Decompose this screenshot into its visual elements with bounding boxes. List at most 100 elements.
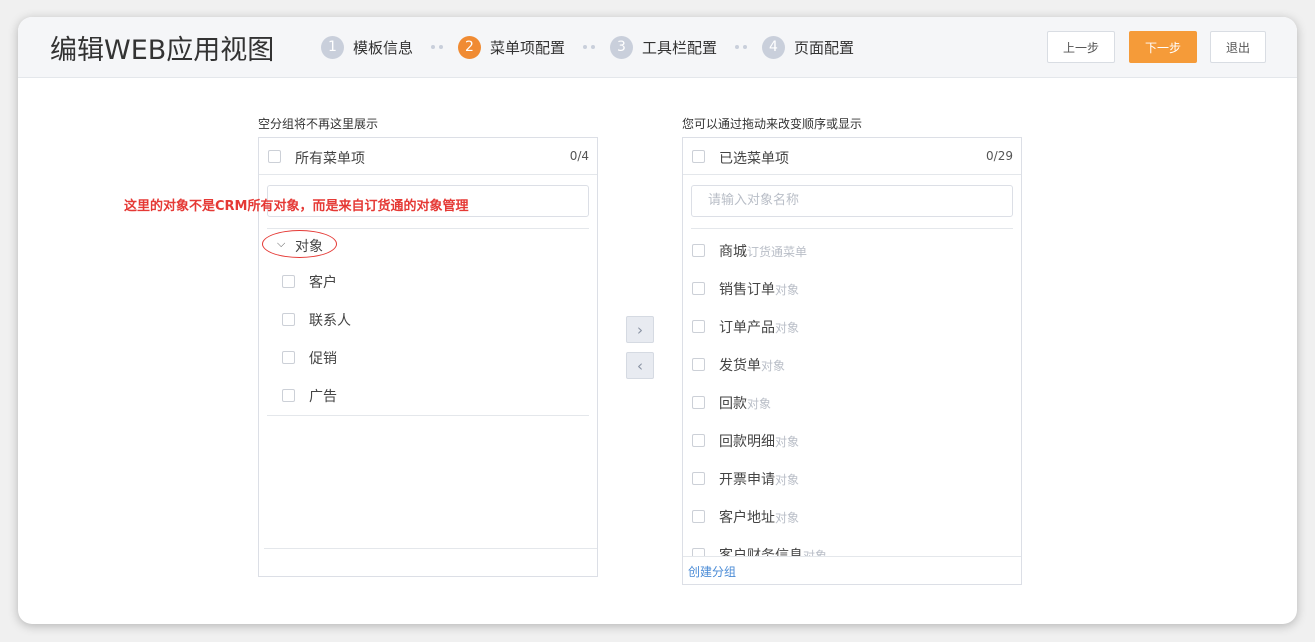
- item-name: 订单产品: [719, 320, 775, 336]
- app-window: 编辑WEB应用视图 1 模板信息 2 菜单项配置 3 工具栏配置 4 页面配置 …: [18, 17, 1297, 624]
- item-label: 订单产品对象: [719, 317, 799, 337]
- step-separator: [431, 45, 443, 49]
- item-label: 客户财务信息对象: [719, 545, 827, 556]
- chevron-left-icon: ‹: [637, 356, 643, 375]
- list-item[interactable]: 销售订单对象: [683, 270, 1021, 308]
- list-item[interactable]: 客户地址对象: [683, 498, 1021, 536]
- list-item[interactable]: 商城订货通菜单: [683, 232, 1021, 270]
- chevron-down-icon[interactable]: ⌵: [277, 237, 285, 251]
- item-name: 商城: [719, 244, 747, 260]
- item-label: 促销: [309, 351, 337, 367]
- item-tag: 对象: [775, 511, 800, 525]
- item-checkbox[interactable]: [692, 548, 705, 556]
- left-panel-title: 所有菜单项: [295, 151, 365, 167]
- step-number: 1: [321, 35, 344, 59]
- list-item[interactable]: 回款明细对象: [683, 422, 1021, 460]
- step-page-config[interactable]: 4 页面配置: [762, 35, 854, 59]
- header-bar: 编辑WEB应用视图 1 模板信息 2 菜单项配置 3 工具栏配置 4 页面配置 …: [18, 17, 1297, 78]
- step-menu-config[interactable]: 2 菜单项配置: [458, 35, 565, 59]
- item-name: 回款: [719, 396, 747, 412]
- item-label: 回款对象: [719, 393, 771, 413]
- item-tag: 对象: [775, 283, 800, 297]
- item-tag: 对象: [775, 435, 800, 449]
- left-panel-caption: 空分组将不再这里展示: [258, 117, 379, 131]
- move-left-button[interactable]: ‹: [626, 352, 654, 379]
- item-label: 商城订货通菜单: [719, 241, 807, 261]
- divider: [683, 556, 1021, 557]
- step-number: 4: [762, 35, 785, 59]
- item-name: 发货单: [719, 358, 761, 374]
- item-tag: 对象: [747, 397, 772, 411]
- item-checkbox[interactable]: [692, 510, 705, 523]
- item-name: 客户地址: [719, 510, 775, 526]
- step-separator: [735, 45, 747, 49]
- right-panel-count: 0/29: [986, 149, 1013, 163]
- left-panel-count: 0/4: [569, 149, 589, 163]
- item-checkbox[interactable]: [692, 396, 705, 409]
- item-tag: 对象: [775, 321, 800, 335]
- item-checkbox[interactable]: [282, 389, 295, 402]
- exit-button[interactable]: 退出: [1210, 31, 1266, 63]
- item-checkbox[interactable]: [282, 275, 295, 288]
- item-tag: 对象: [803, 549, 828, 556]
- step-label: 页面配置: [794, 38, 855, 57]
- prev-button[interactable]: 上一步: [1047, 31, 1115, 63]
- selected-items-list[interactable]: 商城订货通菜单 销售订单对象 订单产品对象 发货单对象 回款对象 回款明细对象: [683, 232, 1021, 556]
- list-item[interactable]: 发货单对象: [683, 346, 1021, 384]
- item-name: 销售订单: [719, 282, 775, 298]
- step-label: 菜单项配置: [490, 38, 566, 57]
- item-label: 销售订单对象: [719, 279, 799, 299]
- item-name: 开票申请: [719, 472, 775, 488]
- right-panel-title: 已选菜单项: [719, 151, 789, 167]
- next-button[interactable]: 下一步: [1129, 31, 1197, 63]
- item-checkbox[interactable]: [692, 434, 705, 447]
- divider: [267, 415, 589, 416]
- item-checkbox[interactable]: [282, 313, 295, 326]
- page-title: 编辑WEB应用视图: [50, 35, 275, 66]
- item-checkbox[interactable]: [692, 472, 705, 485]
- item-name: 回款明细: [719, 434, 775, 450]
- left-panel-header: 所有菜单项 0/4: [259, 138, 597, 175]
- right-panel: 已选菜单项 0/29 请输入对象名称 商城订货通菜单 销售订单对象 订单产品对象…: [682, 137, 1022, 585]
- move-right-button[interactable]: ›: [626, 316, 654, 343]
- step-number: 2: [458, 35, 481, 59]
- item-tag: 对象: [761, 359, 786, 373]
- item-label: 客户地址对象: [719, 507, 799, 527]
- create-group-link[interactable]: 创建分组: [688, 563, 736, 580]
- step-template-info[interactable]: 1 模板信息: [321, 35, 413, 59]
- step-label: 模板信息: [353, 38, 414, 57]
- right-panel-caption: 您可以通过拖动来改变顺序或显示: [682, 117, 863, 131]
- item-checkbox[interactable]: [692, 358, 705, 371]
- item-tag: 订货通菜单: [747, 245, 808, 259]
- item-label: 开票申请对象: [719, 469, 799, 489]
- object-search-input[interactable]: 请输入对象名称: [691, 185, 1013, 217]
- item-label: 回款明细对象: [719, 431, 799, 451]
- step-separator: [583, 45, 595, 49]
- step-number: 3: [610, 35, 633, 59]
- right-panel-header: 已选菜单项 0/29: [683, 138, 1021, 175]
- select-all-checkbox[interactable]: [268, 150, 281, 163]
- item-checkbox[interactable]: [692, 320, 705, 333]
- step-toolbar-config[interactable]: 3 工具栏配置: [610, 35, 717, 59]
- list-item[interactable]: 客户财务信息对象: [683, 536, 1021, 556]
- item-label: 客户: [309, 275, 337, 291]
- list-item[interactable]: 开票申请对象: [683, 460, 1021, 498]
- group-label-objects[interactable]: 对象: [295, 236, 323, 256]
- item-label: 广告: [309, 389, 337, 405]
- item-checkbox[interactable]: [692, 282, 705, 295]
- select-all-checkbox[interactable]: [692, 150, 705, 163]
- item-label: 发货单对象: [719, 355, 785, 375]
- item-checkbox[interactable]: [282, 351, 295, 364]
- divider: [691, 228, 1013, 229]
- divider: [267, 228, 589, 229]
- step-label: 工具栏配置: [642, 38, 718, 57]
- item-checkbox[interactable]: [692, 244, 705, 257]
- list-item[interactable]: 回款对象: [683, 384, 1021, 422]
- list-item[interactable]: 订单产品对象: [683, 308, 1021, 346]
- divider: [264, 548, 597, 549]
- annotation-note: 这里的对象不是CRM所有对象，而是来自订货通的对象管理: [124, 199, 469, 214]
- chevron-right-icon: ›: [637, 320, 643, 339]
- item-tag: 对象: [775, 473, 800, 487]
- item-label: 联系人: [309, 313, 351, 329]
- item-name: 客户财务信息: [719, 548, 803, 556]
